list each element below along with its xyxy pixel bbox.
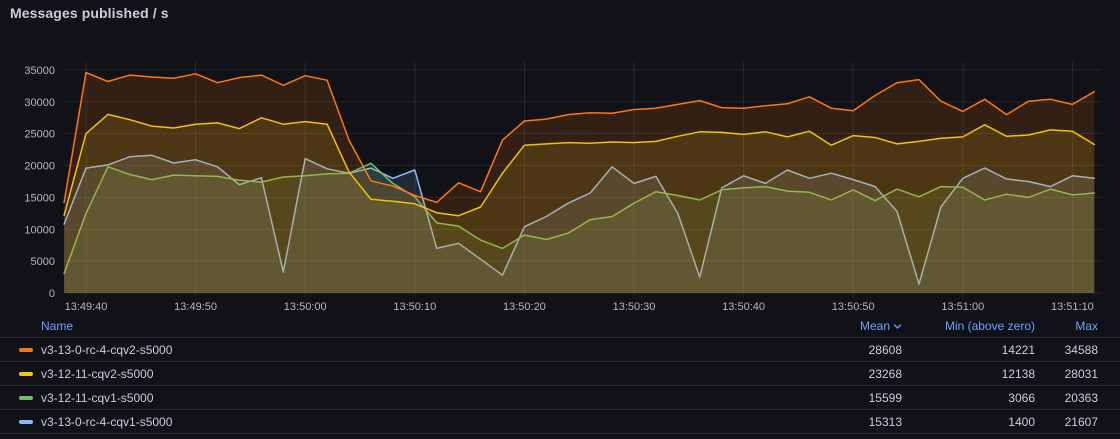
legend-header-max[interactable]: Max (1035, 319, 1098, 333)
y-axis-label: 5000 (31, 256, 55, 268)
legend-header-name[interactable]: Name (41, 319, 792, 333)
legend-min-value: 1400 (902, 415, 1035, 429)
x-axis-label: 13:49:40 (65, 301, 108, 313)
y-axis-label: 20000 (24, 161, 55, 173)
x-axis-label: 13:50:10 (393, 301, 436, 313)
series-color-swatch[interactable] (19, 348, 33, 352)
series-area-v3-13-0-rc-4-cqv2-s5000 (64, 73, 1094, 293)
grafana-panel: Messages published / s 05000100001500020… (0, 0, 1120, 439)
series-color-swatch[interactable] (19, 396, 33, 400)
y-axis-label: 35000 (24, 65, 55, 77)
legend-header-min[interactable]: Min (above zero) (902, 319, 1035, 333)
x-axis-label: 13:50:50 (832, 301, 875, 313)
y-axis-label: 0 (49, 288, 55, 300)
legend-mean-value: 28608 (792, 343, 902, 357)
series-name-label[interactable]: v3-12-11-cqv1-s5000 (41, 391, 154, 405)
legend-max-value: 34588 (1035, 343, 1098, 357)
legend-row[interactable]: v3-13-0-rc-4-cqv1-s5000 15313140021607 (0, 410, 1120, 434)
series-color-swatch[interactable] (19, 372, 33, 376)
x-axis-label: 13:49:50 (174, 301, 217, 313)
x-axis-label: 13:50:40 (722, 301, 765, 313)
legend-min-value: 12138 (902, 367, 1035, 381)
series-name-label[interactable]: v3-13-0-rc-4-cqv1-s5000 (41, 415, 172, 429)
series-name-label[interactable]: v3-13-0-rc-4-cqv2-s5000 (41, 343, 172, 357)
series-name-label[interactable]: v3-12-11-cqv2-s5000 (41, 367, 154, 381)
y-axis-label: 30000 (24, 97, 55, 109)
legend-row[interactable]: v3-12-11-cqv2-s5000 232681213828031 (0, 362, 1120, 386)
legend-header: Name Mean Min (above zero) Max (0, 315, 1120, 338)
y-axis-label: 15000 (24, 192, 55, 204)
series-color-swatch[interactable] (19, 420, 33, 424)
legend-row-name-cell: v3-13-0-rc-4-cqv1-s5000 (19, 415, 792, 429)
legend-row-name-cell: v3-12-11-cqv2-s5000 (19, 367, 792, 381)
legend-rows: v3-13-0-rc-4-cqv2-s5000286081422134588v3… (0, 338, 1120, 434)
x-axis-label: 13:51:00 (941, 301, 984, 313)
legend-mean-value: 15313 (792, 415, 902, 429)
timeseries-chart[interactable]: 0 5000 10000 15000 20000 25000 30000 35000 13:49… (0, 0, 1120, 315)
legend-header-mean[interactable]: Mean (792, 319, 902, 333)
legend-mean-value: 23268 (792, 367, 902, 381)
legend-header-mean-label: Mean (860, 319, 890, 333)
x-axis-label: 13:50:20 (503, 301, 546, 313)
legend-row[interactable]: v3-13-0-rc-4-cqv2-s5000 286081422134588 (0, 338, 1120, 362)
legend-max-value: 28031 (1035, 367, 1098, 381)
legend-row-name-cell: v3-12-11-cqv1-s5000 (19, 391, 792, 405)
legend-min-value: 14221 (902, 343, 1035, 357)
legend-row-name-cell: v3-13-0-rc-4-cqv2-s5000 (19, 343, 792, 357)
legend-table: Name Mean Min (above zero) Max v3-13-0-r… (0, 315, 1120, 439)
sort-descending-icon (893, 322, 902, 331)
legend-min-value: 3066 (902, 391, 1035, 405)
y-axis-label: 10000 (24, 224, 55, 236)
x-axis-label: 13:51:10 (1051, 301, 1094, 313)
x-axis-label: 13:50:30 (613, 301, 656, 313)
legend-max-value: 20363 (1035, 391, 1098, 405)
x-axis-label: 13:50:00 (284, 301, 327, 313)
legend-max-value: 21607 (1035, 415, 1098, 429)
legend-mean-value: 15599 (792, 391, 902, 405)
legend-row[interactable]: v3-12-11-cqv1-s5000 15599306620363 (0, 386, 1120, 410)
y-axis-label: 25000 (24, 129, 55, 141)
